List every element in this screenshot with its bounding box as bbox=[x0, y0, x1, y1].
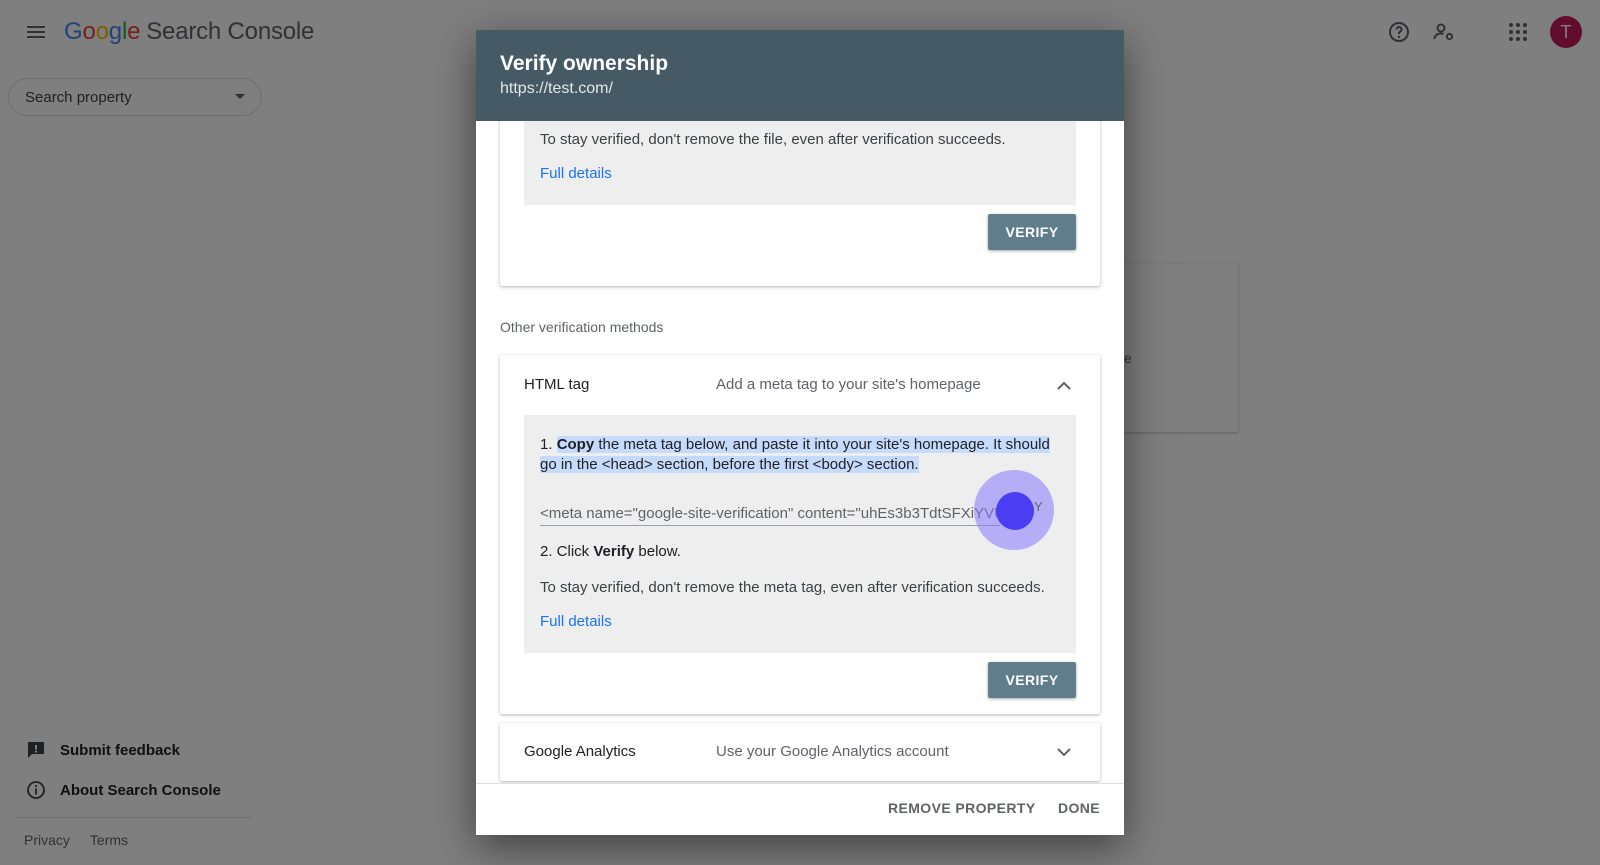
step1-number: 1. bbox=[540, 436, 553, 453]
stay-verified-text: To stay verified, don't remove the file,… bbox=[540, 131, 1006, 148]
full-details-link[interactable]: Full details bbox=[540, 613, 612, 630]
click-indicator bbox=[996, 492, 1034, 530]
google-analytics-method-card[interactable]: Google Analytics Use your Google Analyti… bbox=[500, 723, 1100, 781]
done-button[interactable]: DONE bbox=[1058, 800, 1100, 816]
step1-instruction[interactable]: 1. Copy the meta tag below, and paste it… bbox=[540, 435, 1050, 475]
html-tag-title[interactable]: HTML tag bbox=[524, 376, 589, 393]
html-file-method-card: To stay verified, don't remove the file,… bbox=[500, 121, 1100, 286]
html-file-panel: To stay verified, don't remove the file,… bbox=[524, 121, 1076, 205]
stay-verified-text: To stay verified, don't remove the meta … bbox=[540, 579, 1045, 596]
step2-bold: Verify bbox=[593, 543, 635, 560]
html-tag-panel: 1. Copy the meta tag below, and paste it… bbox=[524, 415, 1076, 653]
meta-tag-field[interactable] bbox=[540, 501, 1000, 526]
other-methods-label: Other verification methods bbox=[500, 319, 664, 335]
dialog-subtitle: https://test.com/ bbox=[500, 80, 613, 97]
google-analytics-title[interactable]: Google Analytics bbox=[524, 743, 636, 760]
verify-button[interactable]: VERIFY bbox=[988, 214, 1076, 250]
dialog-header: Verify ownership https://test.com/ bbox=[476, 30, 1124, 121]
google-analytics-description: Use your Google Analytics account bbox=[716, 743, 949, 760]
verify-button[interactable]: VERIFY bbox=[988, 662, 1076, 698]
step1-bold: Copy bbox=[556, 436, 595, 453]
copy-button[interactable]: Y bbox=[974, 470, 1054, 550]
full-details-link[interactable]: Full details bbox=[540, 165, 612, 182]
html-tag-method-card: HTML tag Add a meta tag to your site's h… bbox=[500, 355, 1100, 714]
chevron-down-icon[interactable] bbox=[1052, 740, 1076, 764]
step2-suffix: below. bbox=[638, 543, 681, 560]
verify-ownership-dialog: Verify ownership https://test.com/ To st… bbox=[476, 30, 1124, 835]
step2-instruction: 2. Click Verify below. bbox=[540, 542, 681, 562]
chevron-up-icon[interactable] bbox=[1052, 373, 1076, 397]
dialog-title: Verify ownership bbox=[500, 52, 669, 75]
dialog-footer: REMOVE PROPERTY DONE bbox=[476, 783, 1124, 835]
copy-button-label: Y bbox=[1034, 499, 1043, 514]
dialog-body[interactable]: To stay verified, don't remove the file,… bbox=[476, 121, 1124, 783]
step1-text: the meta tag below, and paste it into yo… bbox=[540, 436, 1050, 473]
remove-property-button[interactable]: REMOVE PROPERTY bbox=[888, 800, 1036, 816]
html-tag-description: Add a meta tag to your site's homepage bbox=[716, 376, 981, 393]
step2-prefix: 2. Click bbox=[540, 543, 590, 560]
